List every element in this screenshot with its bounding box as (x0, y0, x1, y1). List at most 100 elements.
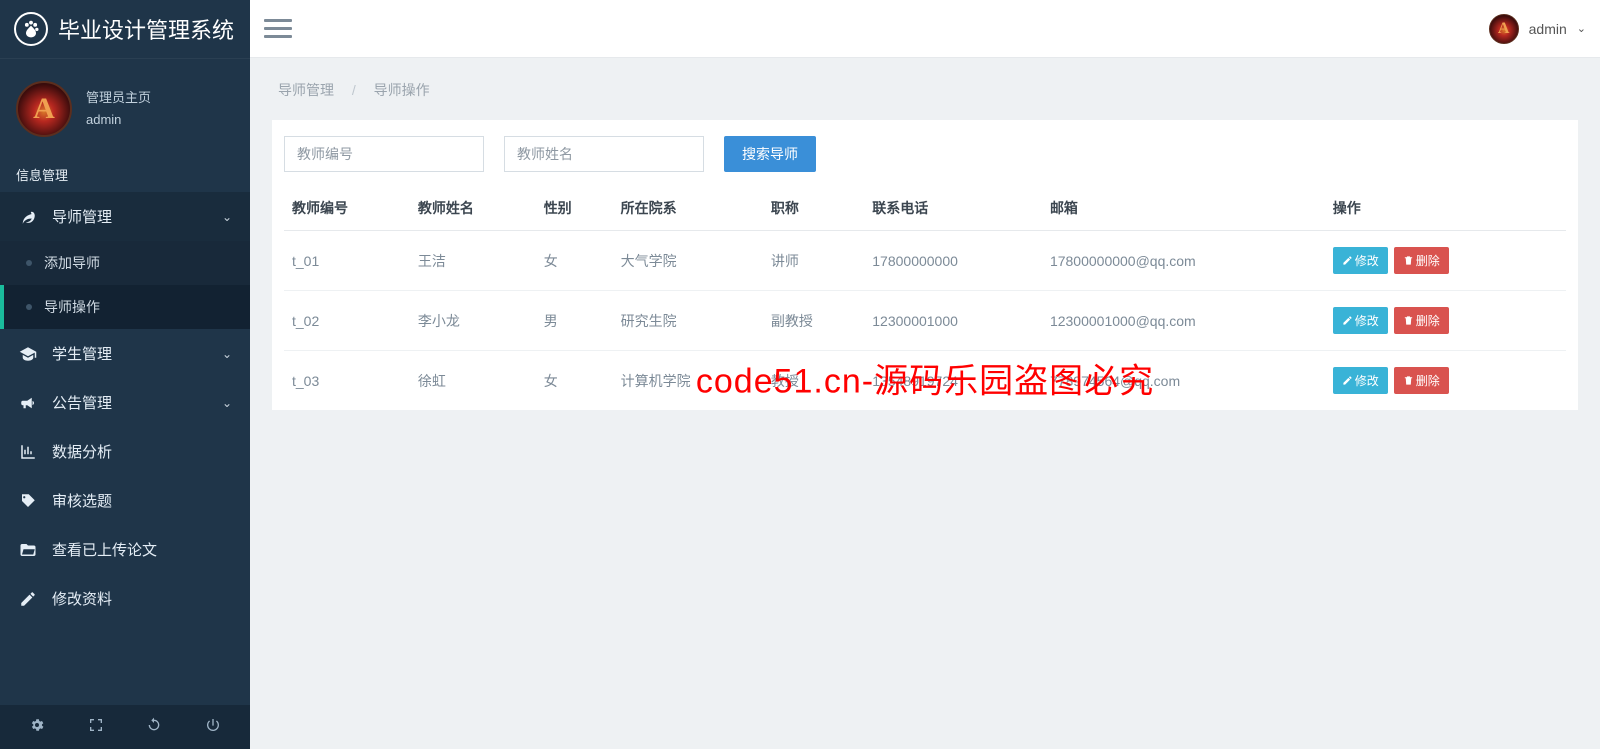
cell-title: 副教授 (763, 291, 864, 351)
table-row: t_01王洁女大气学院讲师1780000000017800000000@qq.c… (284, 231, 1566, 291)
topbar-username: admin (1529, 21, 1567, 37)
cell-email: 778974564@qq.com (1042, 351, 1325, 411)
fullscreen-icon[interactable] (76, 717, 116, 738)
cell-title: 讲师 (763, 231, 864, 291)
cell-id: t_03 (284, 351, 410, 411)
th-dept: 所在院系 (613, 186, 763, 231)
edit-icon (18, 590, 38, 608)
breadcrumb-current: 导师操作 (374, 82, 430, 98)
sidebar-subitem-tutor-ops[interactable]: 导师操作 (0, 285, 250, 329)
avatar-letter: A (33, 92, 55, 126)
teacher-name-input[interactable] (504, 136, 704, 172)
topbar: A admin ⌄ (250, 0, 1600, 58)
subnav-tutor: 添加导师 导师操作 (0, 241, 250, 329)
refresh-icon[interactable] (134, 717, 174, 738)
sidebar-item-view-thesis[interactable]: 查看已上传论文 (0, 525, 250, 574)
cell-phone: 13548919724 (864, 351, 1042, 411)
search-button[interactable]: 搜索导师 (724, 136, 816, 172)
cell-name: 王洁 (410, 231, 536, 291)
sidebar-section-title: 信息管理 (0, 157, 250, 192)
chevron-down-icon: ⌄ (222, 396, 232, 410)
th-email: 邮箱 (1042, 186, 1325, 231)
th-title: 职称 (763, 186, 864, 231)
th-name: 教师姓名 (410, 186, 536, 231)
table-row: t_02李小龙男研究生院副教授1230000100012300001000@qq… (284, 291, 1566, 351)
cell-email: 12300001000@qq.com (1042, 291, 1325, 351)
sidebar-item-label: 学生管理 (52, 343, 112, 364)
user-name: admin (86, 109, 151, 131)
brand: 毕业设计管理系统 (0, 0, 250, 59)
cell-name: 李小龙 (410, 291, 536, 351)
cell-id: t_02 (284, 291, 410, 351)
sidebar-item-label: 数据分析 (52, 441, 112, 462)
cell-email: 17800000000@qq.com (1042, 231, 1325, 291)
bullhorn-icon (18, 394, 38, 412)
sidebar-subitem-label: 导师操作 (44, 297, 100, 317)
edit-button[interactable]: 修改 (1333, 307, 1388, 334)
graduation-cap-icon (18, 345, 38, 363)
sidebar-item-label: 查看已上传论文 (52, 539, 157, 560)
cell-dept: 计算机学院 (613, 351, 763, 411)
table-row: t_03徐虹女计算机学院教授13548919724778974564@qq.co… (284, 351, 1566, 411)
cell-phone: 12300001000 (864, 291, 1042, 351)
th-phone: 联系电话 (864, 186, 1042, 231)
th-id: 教师编号 (284, 186, 410, 231)
power-icon[interactable] (193, 717, 233, 738)
cell-phone: 17800000000 (864, 231, 1042, 291)
sidebar-subitem-add-tutor[interactable]: 添加导师 (0, 241, 250, 285)
sidebar-item-label: 审核选题 (52, 490, 112, 511)
gear-icon[interactable] (17, 717, 57, 738)
user-menu[interactable]: A admin ⌄ (1489, 14, 1586, 44)
avatar-small: A (1489, 14, 1519, 44)
teacher-id-input[interactable] (284, 136, 484, 172)
cell-id: t_01 (284, 231, 410, 291)
edit-button[interactable]: 修改 (1333, 367, 1388, 394)
breadcrumb-parent[interactable]: 导师管理 (278, 82, 334, 98)
cell-dept: 研究生院 (613, 291, 763, 351)
sidebar-nav: 导师管理 ⌄ 添加导师 导师操作 学生管理 ⌄ (0, 192, 250, 705)
breadcrumb-separator: / (352, 82, 356, 98)
sidebar-item-label: 公告管理 (52, 392, 112, 413)
folder-open-icon (18, 541, 38, 559)
sidebar: 毕业设计管理系统 A 管理员主页 admin 信息管理 导师管理 ⌄ 添加导师 (0, 0, 250, 749)
th-gender: 性别 (536, 186, 613, 231)
table-header-row: 教师编号 教师姓名 性别 所在院系 职称 联系电话 邮箱 操作 (284, 186, 1566, 231)
tag-icon (18, 492, 38, 510)
delete-button[interactable]: 删除 (1394, 247, 1449, 274)
avatar: A (16, 81, 72, 137)
sidebar-item-announce-manage[interactable]: 公告管理 ⌄ (0, 378, 250, 427)
chevron-down-icon: ⌄ (1577, 22, 1586, 35)
brand-title: 毕业设计管理系统 (58, 13, 234, 45)
hamburger-icon[interactable] (264, 15, 292, 43)
sidebar-item-student-manage[interactable]: 学生管理 ⌄ (0, 329, 250, 378)
sidebar-item-label: 导师管理 (52, 206, 112, 227)
cell-gender: 女 (536, 231, 613, 291)
cell-ops: 修改删除 (1325, 351, 1566, 411)
sidebar-item-review-topic[interactable]: 审核选题 (0, 476, 250, 525)
chevron-down-icon: ⌄ (222, 210, 232, 224)
delete-button[interactable]: 删除 (1394, 367, 1449, 394)
cell-gender: 男 (536, 291, 613, 351)
cell-dept: 大气学院 (613, 231, 763, 291)
cell-title: 教授 (763, 351, 864, 411)
cell-ops: 修改删除 (1325, 231, 1566, 291)
user-block: A 管理员主页 admin (0, 59, 250, 157)
sidebar-item-edit-profile[interactable]: 修改资料 (0, 574, 250, 623)
edit-button[interactable]: 修改 (1333, 247, 1388, 274)
main: A admin ⌄ 导师管理 / 导师操作 搜索导师 教师编号 教师姓名 (250, 0, 1600, 749)
teacher-table: 教师编号 教师姓名 性别 所在院系 职称 联系电话 邮箱 操作 t_01王洁女大… (284, 186, 1566, 410)
chevron-down-icon: ⌄ (222, 347, 232, 361)
cell-gender: 女 (536, 351, 613, 411)
sidebar-item-data-analysis[interactable]: 数据分析 (0, 427, 250, 476)
delete-button[interactable]: 删除 (1394, 307, 1449, 334)
user-role: 管理员主页 (86, 87, 151, 109)
bar-chart-icon (18, 443, 38, 461)
sidebar-subitem-label: 添加导师 (44, 253, 100, 273)
leaf-icon (18, 208, 38, 226)
sidebar-item-label: 修改资料 (52, 588, 112, 609)
brand-logo-icon (14, 12, 48, 46)
cell-name: 徐虹 (410, 351, 536, 411)
th-ops: 操作 (1325, 186, 1566, 231)
sidebar-item-tutor-manage[interactable]: 导师管理 ⌄ (0, 192, 250, 241)
search-row: 搜索导师 (284, 132, 1566, 186)
